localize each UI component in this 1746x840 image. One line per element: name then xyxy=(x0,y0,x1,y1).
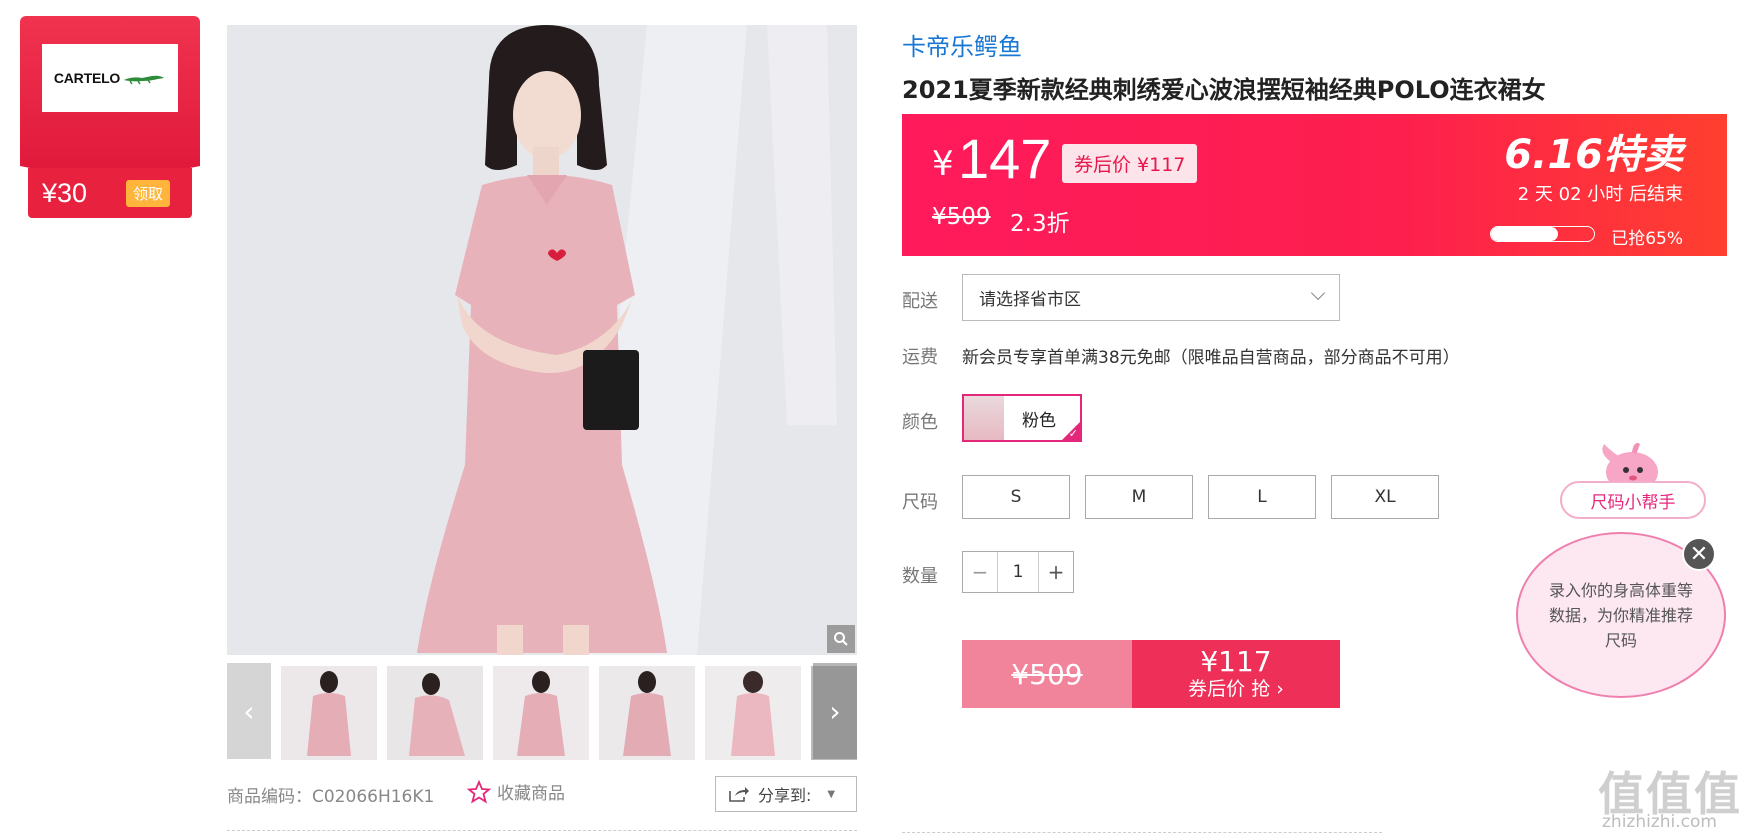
price-banner: ¥ 147 券后价 ¥117 ¥509 2.3折 6.16特卖 2 天 02 小… xyxy=(902,114,1727,256)
product-code: 商品编码：C02066H16K1 xyxy=(227,787,435,807)
original-price: ¥509 xyxy=(932,204,991,230)
close-icon[interactable]: ✕ xyxy=(1682,537,1716,571)
brand-logo-text: CARTELO xyxy=(53,70,121,86)
buy-action-label: 券后价 抢 › xyxy=(1188,678,1284,700)
thumbnail-image xyxy=(599,666,695,760)
buy-coupon-section: ¥117 券后价 抢 › xyxy=(1132,640,1340,708)
discount-rate: 2.3折 xyxy=(1010,211,1070,237)
current-price: 147 xyxy=(958,127,1052,190)
thumbnail-image xyxy=(705,666,801,760)
buy-button[interactable]: ¥509 ¥117 券后价 抢 › xyxy=(962,640,1340,708)
quantity-label: 数量 xyxy=(902,566,938,587)
main-product-image[interactable] xyxy=(227,25,857,655)
sold-progress-fill xyxy=(1491,227,1558,241)
size-helper-button[interactable]: 尺码小帮手 xyxy=(1560,481,1706,519)
thumbnail-item[interactable] xyxy=(705,666,801,760)
zoom-button[interactable] xyxy=(827,625,855,653)
region-select-value: 请选择省市区 xyxy=(979,290,1081,310)
model-photo xyxy=(227,25,857,655)
countdown: 2 天 02 小时 后结束 xyxy=(1517,184,1683,205)
product-page: CARTELO ¥30 领取 ‹ › 商品编码：C02066H16K1 收藏商品… xyxy=(0,0,1746,840)
quantity-input[interactable]: 1 xyxy=(997,552,1039,592)
currency-symbol: ¥ xyxy=(932,144,954,184)
claim-coupon-button[interactable]: 领取 xyxy=(125,180,170,207)
sold-progress-bar xyxy=(1490,226,1595,242)
chevron-down-icon xyxy=(1310,285,1326,301)
star-icon xyxy=(467,779,491,803)
magnifier-icon xyxy=(834,632,848,646)
size-helper-message: 录入你的身高体重等数据，为你精准推荐尺码 xyxy=(1548,580,1693,650)
delivery-label: 配送 xyxy=(902,291,938,312)
favorite-label: 收藏商品 xyxy=(497,784,565,804)
color-option-label: 粉色 xyxy=(1022,410,1056,431)
check-icon: ✓ xyxy=(1068,427,1078,440)
favorite-button[interactable]: 收藏商品 xyxy=(467,779,565,804)
thumbnail-item[interactable] xyxy=(493,666,589,760)
thumbnail-item[interactable] xyxy=(599,666,695,760)
region-select[interactable]: 请选择省市区 xyxy=(962,274,1340,321)
sold-progress-text: 已抢65% xyxy=(1611,229,1683,249)
quantity-decrease-button[interactable]: − xyxy=(963,552,997,592)
watermark-url: zhizhizhi.com xyxy=(1602,812,1717,832)
chevron-left-icon: ‹ xyxy=(243,694,255,728)
color-swatch-image xyxy=(964,396,1004,440)
quantity-stepper: − 1 + xyxy=(962,551,1074,593)
thumbnail-prev-button[interactable]: ‹ xyxy=(227,663,271,759)
thumbnail-image xyxy=(281,666,377,760)
color-option-pink[interactable]: 粉色 ✓ xyxy=(962,394,1082,442)
thumbnail-strip: ‹ › xyxy=(227,663,857,760)
quantity-increase-button[interactable]: + xyxy=(1039,552,1073,592)
store-coupon-card[interactable]: CARTELO ¥30 领取 xyxy=(20,16,200,221)
thumbnail-item[interactable] xyxy=(281,666,377,760)
shipping-label: 运费 xyxy=(902,347,938,368)
coupon-amount: ¥30 xyxy=(42,177,88,208)
size-option-l[interactable]: L xyxy=(1208,475,1316,519)
coupon-header: CARTELO xyxy=(20,16,200,184)
caret-down-icon: ▼ xyxy=(827,788,836,800)
chevron-right-icon: › xyxy=(829,694,841,728)
share-icon xyxy=(729,787,749,802)
buy-coupon-price: ¥117 xyxy=(1200,645,1272,678)
thumbnail-next-button[interactable]: › xyxy=(813,663,857,759)
coupon-footer: ¥30 领取 xyxy=(28,168,192,218)
size-option-xl[interactable]: XL xyxy=(1331,475,1439,519)
thumbnail-image xyxy=(493,666,589,760)
share-dropdown[interactable]: 分享到: ▼ xyxy=(715,776,857,812)
buy-original-price: ¥509 xyxy=(962,640,1132,708)
promo-title: 6.16特卖 xyxy=(1504,132,1683,178)
divider xyxy=(902,832,1382,833)
size-label: 尺码 xyxy=(902,492,938,513)
thumbnail-image xyxy=(387,666,483,760)
thumbnail-item[interactable] xyxy=(387,666,483,760)
size-option-s[interactable]: S xyxy=(962,475,1070,519)
color-label: 颜色 xyxy=(902,412,938,433)
crocodile-icon xyxy=(124,75,165,85)
share-label: 分享到: xyxy=(758,786,812,805)
divider xyxy=(227,830,857,831)
brand-logo: CARTELO xyxy=(42,44,178,112)
size-option-m[interactable]: M xyxy=(1085,475,1193,519)
shipping-info: 新会员专享首单满38元免邮（限唯品自营商品，部分商品不可用） xyxy=(962,348,1460,368)
brand-link[interactable]: 卡帝乐鳄鱼 xyxy=(902,27,1022,62)
coupon-price-badge: 券后价 ¥117 xyxy=(1062,144,1198,183)
product-title: 2021夏季新款经典刺绣爱心波浪摆短袖经典POLO连衣裙女 xyxy=(902,76,1546,104)
